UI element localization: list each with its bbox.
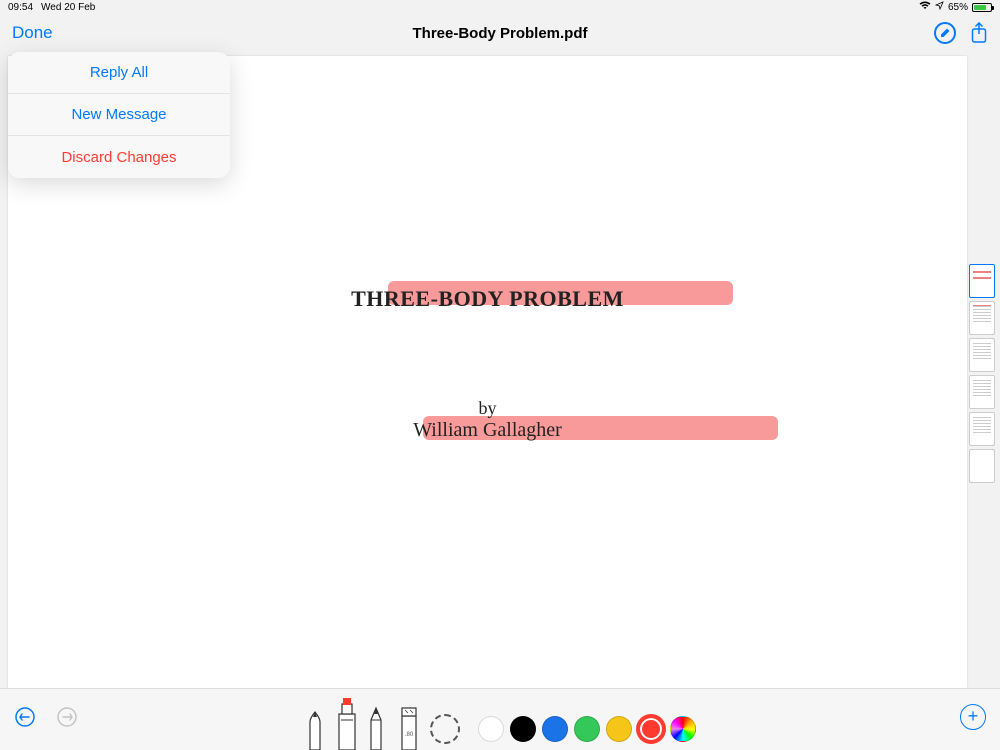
nav-bar: Done Three-Body Problem.pdf: [0, 14, 1000, 52]
color-yellow[interactable]: [606, 716, 632, 742]
doc-heading: THREE-BODY PROBLEM: [351, 286, 624, 312]
done-popover-menu: Reply All New Message Discard Changes: [8, 52, 230, 178]
color-swatches: [478, 716, 696, 742]
page-thumbnails: [969, 264, 997, 483]
markup-toolbar: .80 +: [0, 688, 1000, 750]
markup-toggle-button[interactable]: [934, 22, 956, 44]
doc-author: William Gallagher: [413, 419, 562, 442]
color-blue[interactable]: [542, 716, 568, 742]
page-thumb-2[interactable]: [969, 301, 995, 335]
battery-icon: [972, 3, 992, 12]
document-title: Three-Body Problem.pdf: [412, 25, 587, 42]
ruler-label: .80: [405, 732, 414, 738]
lasso-tool[interactable]: [430, 714, 460, 744]
page-thumb-6[interactable]: [969, 449, 995, 483]
color-white[interactable]: [478, 716, 504, 742]
done-button[interactable]: Done: [12, 23, 53, 43]
highlighter-tool[interactable]: [334, 696, 358, 744]
pencil-tool[interactable]: [366, 702, 390, 750]
popover-new-message[interactable]: New Message: [8, 94, 230, 136]
pen-tool[interactable]: [304, 702, 326, 750]
tool-tray: .80: [304, 702, 696, 750]
status-time: 09:54: [8, 2, 33, 13]
page-thumb-1[interactable]: [969, 264, 995, 298]
undo-button[interactable]: [14, 706, 36, 728]
color-black[interactable]: [510, 716, 536, 742]
color-red[interactable]: [638, 716, 664, 742]
popover-reply-all[interactable]: Reply All: [8, 52, 230, 94]
color-picker[interactable]: [670, 716, 696, 742]
battery-percent: 65%: [948, 2, 968, 13]
doc-by-label: by: [479, 398, 497, 419]
page-thumb-4[interactable]: [969, 375, 995, 409]
status-bar: 09:54 Wed 20 Feb 65%: [0, 0, 1000, 14]
status-date: Wed 20 Feb: [41, 2, 95, 13]
wifi-icon: [919, 1, 931, 13]
popover-discard-changes[interactable]: Discard Changes: [8, 136, 230, 178]
location-icon: [935, 1, 944, 13]
page-thumb-5[interactable]: [969, 412, 995, 446]
page-thumb-3[interactable]: [969, 338, 995, 372]
color-green[interactable]: [574, 716, 600, 742]
add-button[interactable]: +: [960, 704, 986, 730]
eraser-tool[interactable]: .80: [398, 702, 422, 750]
redo-button: [56, 706, 78, 728]
share-button[interactable]: [970, 22, 988, 44]
